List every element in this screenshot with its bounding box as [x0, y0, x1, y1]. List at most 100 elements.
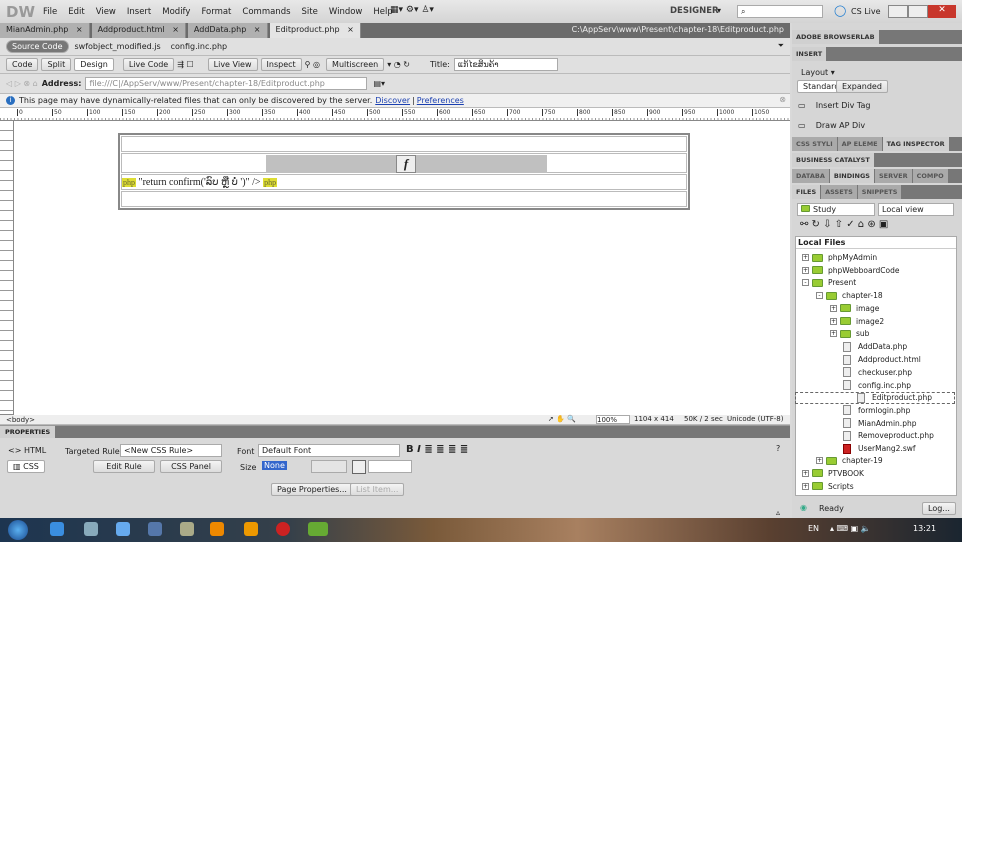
log-button[interactable]: Log...: [922, 502, 956, 515]
color-picker[interactable]: [352, 460, 366, 474]
multiscreen-button[interactable]: Multiscreen: [326, 58, 385, 71]
site-select[interactable]: Study: [797, 203, 875, 216]
source-code-button[interactable]: Source Code: [6, 40, 69, 53]
title-input[interactable]: ແກ້ໄຂສິນຄ້າ: [453, 58, 558, 71]
tree-item-image2[interactable]: + image2: [830, 317, 884, 326]
app-icon[interactable]: [276, 522, 290, 536]
tree-item-removeproduct-php[interactable]: Removeproduct.php: [830, 430, 934, 441]
expand-toggle-icon[interactable]: +: [830, 330, 837, 338]
preview-icon[interactable]: ▾ ◔ ↻: [387, 60, 410, 69]
table-cell[interactable]: f: [121, 153, 687, 173]
minimize-button[interactable]: [888, 5, 908, 18]
close-tab-icon[interactable]: ×: [251, 25, 261, 34]
zoom-select[interactable]: 100%: [596, 415, 630, 424]
expand-toggle-icon[interactable]: -: [816, 292, 823, 300]
panel-tab[interactable]: DATABA: [792, 169, 829, 183]
html-mode-button[interactable]: <> HTML: [8, 446, 46, 455]
table-cell[interactable]: [121, 136, 687, 152]
menu-commands[interactable]: Commands: [242, 7, 290, 17]
files-toolbar-icons[interactable]: ⚯ ↻ ⇩ ⇧ ✓ ⌂ ⊛ ▣: [800, 219, 888, 230]
search-input[interactable]: ⌕: [737, 5, 823, 18]
panel-tab[interactable]: SERVER: [874, 169, 912, 183]
targeted-rule-select[interactable]: <New CSS Rule>: [120, 444, 222, 457]
clock[interactable]: 13:21: [913, 524, 936, 533]
tree-item-addproduct-html[interactable]: Addproduct.html: [830, 354, 921, 365]
tree-item-phpwebboardcode[interactable]: + phpWebboardCode: [802, 266, 899, 275]
close-tab-icon[interactable]: ×: [345, 25, 354, 34]
expand-toggle-icon[interactable]: +: [802, 266, 809, 274]
help-icon[interactable]: ?: [776, 444, 780, 453]
menu-file[interactable]: File: [43, 7, 57, 17]
tree-item-adddata-php[interactable]: AddData.php: [830, 341, 907, 352]
tag-selector[interactable]: <body>: [6, 416, 35, 424]
close-tab-icon[interactable]: ×: [170, 25, 179, 34]
tree-item-chapter-18[interactable]: - chapter-18: [816, 291, 883, 300]
color-input[interactable]: [368, 460, 412, 473]
panel-tab[interactable]: COMPO: [912, 169, 948, 183]
draw-ap-div-item[interactable]: ▭ Draw AP Div: [798, 121, 865, 130]
window-size[interactable]: 1104 x 414: [634, 415, 674, 423]
tree-item-usermang2-swf[interactable]: UserMang2.swf: [830, 443, 916, 454]
expand-toggle-icon[interactable]: +: [802, 469, 809, 477]
app-icon[interactable]: [180, 522, 194, 536]
debug-icon[interactable]: ⚲ ◎: [305, 60, 320, 69]
related-file[interactable]: swfobject_modified.js: [75, 42, 161, 51]
language-indicator[interactable]: EN: [808, 524, 819, 533]
related-file[interactable]: config.inc.php: [171, 42, 227, 51]
expand-toggle-icon[interactable]: +: [802, 254, 809, 261]
inspect-button[interactable]: Inspect: [260, 58, 302, 71]
tree-item-formlogin-php[interactable]: formlogin.php: [830, 405, 910, 416]
tree-item-config-inc-php[interactable]: config.inc.php: [830, 380, 911, 390]
workspace-switcher[interactable]: DESIGNER: [670, 6, 719, 16]
app-icon[interactable]: [148, 522, 162, 536]
tree-item-scripts[interactable]: + Scripts: [802, 482, 854, 491]
panel-tab[interactable]: ASSETS: [821, 185, 857, 199]
browserlab-panel-header[interactable]: ADOBE BROWSERLAB: [792, 30, 962, 44]
expand-toggle-icon[interactable]: +: [802, 482, 809, 490]
menu-edit[interactable]: Edit: [68, 7, 84, 17]
panel-tab[interactable]: AP ELEME: [837, 137, 882, 151]
page-properties-button[interactable]: Page Properties...: [271, 483, 353, 496]
data-panel-tabs[interactable]: DATABA BINDINGS SERVER COMPO: [792, 169, 962, 183]
chevron-down-icon[interactable]: ▾: [717, 6, 721, 15]
font-select[interactable]: Default Font: [258, 444, 400, 457]
tree-item-image[interactable]: + image: [830, 304, 879, 313]
css-mode-button[interactable]: ▥ CSS: [7, 460, 45, 473]
tree-item-chapter-19[interactable]: + chapter-19: [816, 456, 883, 465]
panel-tab[interactable]: CSS STYLI: [792, 137, 837, 151]
media-icon[interactable]: [244, 522, 258, 536]
layout-icon[interactable]: ▦▾ ⚙▾ ♙▾: [390, 5, 434, 15]
tree-item-mianadmin-php[interactable]: MianAdmin.php: [830, 418, 916, 429]
preferences-link[interactable]: Preferences: [417, 96, 464, 105]
expand-toggle-icon[interactable]: -: [802, 279, 809, 287]
design-view[interactable]: f php "return confirm('ລົບ ຫຼື ບໍ່ ')" /…: [14, 121, 790, 415]
expand-toggle-icon[interactable]: +: [816, 457, 823, 465]
start-button[interactable]: [8, 520, 28, 540]
explorer-icon[interactable]: [84, 522, 98, 536]
document-tab[interactable]: Editproduct.php ×: [269, 23, 361, 38]
list-item-button[interactable]: List Item...: [350, 483, 405, 496]
css-panel-button[interactable]: CSS Panel: [160, 460, 222, 473]
expand-toggle-icon[interactable]: +: [830, 317, 837, 325]
collapse-icon[interactable]: ▵: [776, 508, 780, 517]
insert-div-tag-item[interactable]: ▭ Insert Div Tag: [798, 101, 870, 110]
document-tab[interactable]: MianAdmin.php ×: [0, 23, 90, 38]
menu-window[interactable]: Window: [329, 7, 363, 17]
live-view-button[interactable]: Live View: [207, 58, 258, 71]
panel-tab[interactable]: SNIPPETS: [857, 185, 902, 199]
close-info-icon[interactable]: ⊗: [779, 95, 786, 104]
ie-icon[interactable]: [50, 522, 64, 536]
table-cell[interactable]: [121, 191, 687, 207]
size-unit-select[interactable]: [311, 460, 347, 473]
flash-placeholder[interactable]: f: [266, 155, 547, 173]
select-tool-icon[interactable]: ➚ ✋ 🔍: [548, 415, 576, 423]
size-select[interactable]: None: [262, 461, 287, 470]
firefox-icon[interactable]: [210, 522, 224, 536]
insert-category-select[interactable]: Layout ▾: [801, 68, 835, 77]
navigation-icon[interactable]: ◁ ▷ ⊗ ⌂: [6, 79, 38, 88]
document-tab[interactable]: AddData.php ×: [187, 23, 268, 38]
css-panel-tabs[interactable]: CSS STYLI AP ELEME TAG INSPECTOR: [792, 137, 962, 151]
business-catalyst-header[interactable]: BUSINESS CATALYST: [792, 153, 962, 167]
code-view-button[interactable]: Code: [6, 58, 39, 71]
close-button[interactable]: ✕: [928, 5, 956, 18]
